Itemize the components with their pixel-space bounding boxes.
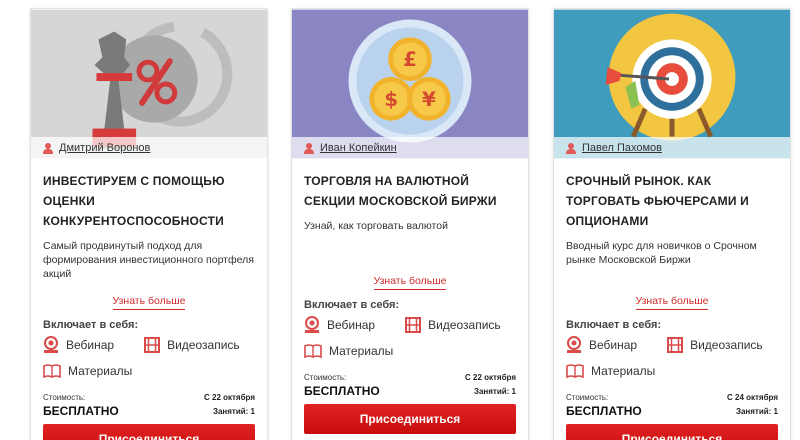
feature-materials-label: Материалы [591, 364, 656, 378]
feature-webinar-label: Вебинар [327, 318, 376, 332]
course-title[interactable]: Срочный рынок. Как торговать фьючерсами … [566, 171, 778, 231]
feature-materials: Материалы [566, 364, 655, 378]
feature-webinar-label: Вебинар [66, 338, 115, 352]
includes-label: Включает в себя: [304, 299, 400, 311]
learn-more-link[interactable]: Узнать больше [373, 275, 447, 290]
course-hero-image[interactable]: Дмитрий Воронов [31, 9, 267, 159]
course-title[interactable]: Инвестируем с помощью оценки конкурентос… [43, 171, 255, 231]
course-card: Дмитрий Воронов Инвестируем с помощью оц… [30, 8, 268, 440]
webinar-icon [567, 336, 581, 353]
course-description: Вводный курс для новичков о Срочном рынк… [566, 240, 757, 266]
course-card: Павел Пахомов Срочный рынок. Как торгова… [553, 8, 791, 440]
cost-value: БЕСПЛАТНО [566, 404, 642, 418]
author-link[interactable]: Иван Копейкин [320, 142, 397, 154]
lessons-count: Занятий: 1 [735, 407, 778, 416]
feature-video: Видеозапись [667, 337, 763, 353]
cost-label: Стоимость: [566, 393, 609, 402]
feature-webinar: Вебинар [566, 336, 637, 354]
author-link[interactable]: Дмитрий Воронов [59, 142, 150, 154]
svg-text:¥: ¥ [422, 88, 436, 111]
cost-value: БЕСПЛАТНО [304, 384, 380, 398]
feature-materials-label: Материалы [329, 344, 394, 358]
course-description: Самый продвинутый подход для формировани… [43, 240, 254, 280]
feature-video-label: Видеозапись [167, 338, 240, 352]
dollar-coin-icon: $ [369, 77, 413, 121]
join-button[interactable]: Присоединиться [43, 424, 255, 440]
author-bar: Дмитрий Воронов [31, 137, 267, 159]
course-description: Узнай, как торговать валютой [304, 220, 448, 232]
feature-materials: Материалы [43, 364, 132, 378]
person-icon [304, 142, 314, 154]
feature-video-label: Видеозапись [428, 318, 501, 332]
film-icon [667, 337, 684, 353]
join-button[interactable]: Присоединиться [566, 424, 778, 440]
person-icon [566, 142, 576, 154]
start-date: С 24 октября [727, 393, 778, 402]
book-icon [566, 364, 584, 378]
learn-more-link[interactable]: Узнать больше [112, 295, 186, 310]
svg-text:£: £ [403, 48, 417, 71]
learn-more-link[interactable]: Узнать больше [635, 295, 709, 310]
svg-text:$: $ [384, 88, 398, 111]
feature-video: Видеозапись [405, 317, 501, 333]
author-bar: Павел Пахомов [554, 137, 790, 159]
cost-label: Стоимость: [304, 373, 347, 382]
person-icon [43, 142, 53, 154]
feature-materials-label: Материалы [68, 364, 133, 378]
feature-webinar: Вебинар [43, 336, 114, 354]
lessons-count: Занятий: 1 [473, 387, 516, 396]
feature-materials: Материалы [304, 344, 393, 358]
join-button[interactable]: Присоединиться [304, 404, 516, 434]
includes-label: Включает в себя: [43, 319, 139, 331]
includes-label: Включает в себя: [566, 319, 662, 331]
book-icon [43, 364, 61, 378]
cost-value: БЕСПЛАТНО [43, 404, 119, 418]
start-date: С 22 октября [204, 393, 255, 402]
author-bar: Иван Копейкин [292, 137, 528, 159]
yen-coin-icon: ¥ [407, 77, 451, 121]
course-hero-image[interactable]: £ $ ¥ Иван Копейкин [292, 9, 528, 159]
start-date: С 22 октября [465, 373, 516, 382]
pound-coin-icon: £ [388, 37, 432, 82]
author-link[interactable]: Павел Пахомов [582, 142, 662, 154]
feature-webinar-label: Вебинар [589, 338, 638, 352]
feature-video-label: Видеозапись [690, 338, 763, 352]
course-hero-image[interactable]: Павел Пахомов [554, 9, 790, 159]
course-card: £ $ ¥ Иван Копейкин Торговля на валютной… [291, 8, 529, 440]
feature-video: Видеозапись [144, 337, 240, 353]
course-title[interactable]: Торговля на валютной секции Московской б… [304, 171, 516, 211]
cost-label: Стоимость: [43, 393, 86, 402]
film-icon [405, 317, 422, 333]
webinar-icon [305, 316, 319, 333]
book-icon [304, 344, 322, 358]
film-icon [144, 337, 161, 353]
lessons-count: Занятий: 1 [212, 407, 255, 416]
webinar-icon [44, 336, 58, 353]
feature-webinar: Вебинар [304, 316, 375, 334]
